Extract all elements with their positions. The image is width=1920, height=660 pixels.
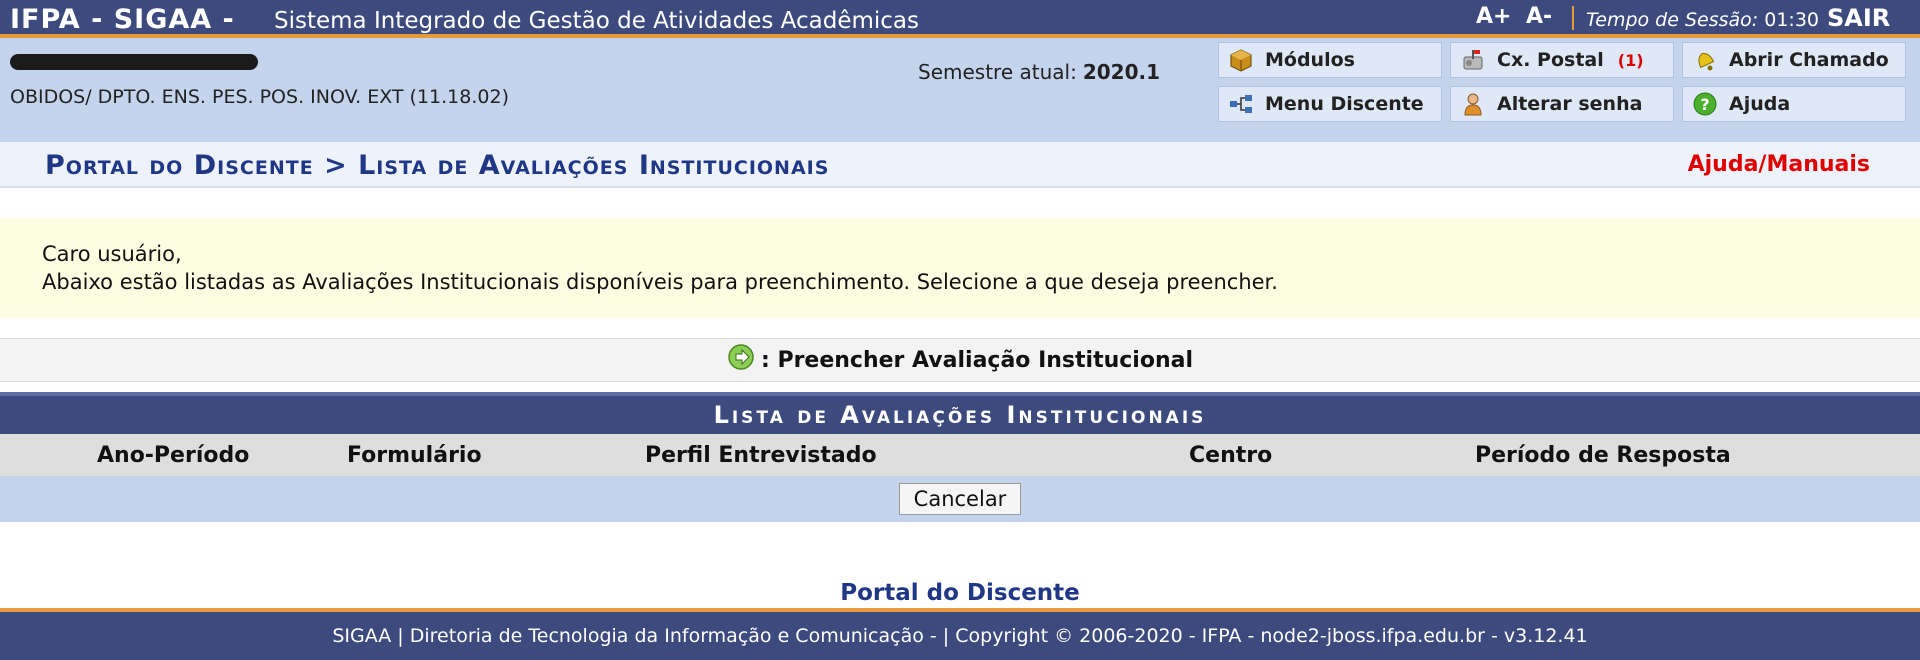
menu-discente-button[interactable]: Menu Discente xyxy=(1218,86,1442,122)
footer-bar: SIGAA | Diretoria de Tecnologia da Infor… xyxy=(0,608,1920,660)
modulos-button[interactable]: Módulos xyxy=(1218,42,1442,78)
app-brand: IFPA - SIGAA - xyxy=(10,4,235,35)
column-ano-periodo: Ano-Período xyxy=(97,443,250,468)
semester-value: 2020.1 xyxy=(1082,60,1161,84)
system-name: Sistema Integrado de Gestão de Atividade… xyxy=(274,8,919,34)
abrir-chamado-button[interactable]: Abrir Chamado xyxy=(1682,42,1906,78)
action-legend: : Preencher Avaliação Institucional xyxy=(0,338,1920,382)
portal-discente-link[interactable]: Portal do Discente xyxy=(0,580,1920,606)
alterar-senha-button[interactable]: Alterar senha xyxy=(1450,86,1674,122)
caixa-postal-label: Cx. Postal xyxy=(1497,49,1604,71)
ajuda-manuais-link[interactable]: Ajuda/Manuais xyxy=(1688,152,1870,177)
help-icon: ? xyxy=(1691,90,1719,118)
column-formulario: Formulário xyxy=(347,443,482,468)
arrow-right-icon xyxy=(727,343,755,377)
menu-discente-label: Menu Discente xyxy=(1265,93,1424,115)
notice-greeting: Caro usuário, xyxy=(42,242,182,266)
modulos-label: Módulos xyxy=(1265,49,1355,71)
package-icon xyxy=(1227,46,1255,74)
session-label: Tempo de Sessão: xyxy=(1586,9,1759,31)
table-header: Ano-Período Formulário Perfil Entrevista… xyxy=(0,434,1920,476)
ajuda-button[interactable]: ? Ajuda xyxy=(1682,86,1906,122)
separator xyxy=(1572,6,1574,30)
column-centro: Centro xyxy=(1189,443,1273,468)
notice-message: Abaixo estão listadas as Avaliações Inst… xyxy=(42,270,1278,294)
user-key-icon xyxy=(1459,90,1487,118)
current-semester: Semestre atual: 2020.1 xyxy=(918,60,1160,84)
user-info-bar: OBIDOS/ DPTO. ENS. PES. POS. INOV. EXT (… xyxy=(0,38,1920,142)
caixa-postal-button[interactable]: Cx. Postal (1) xyxy=(1450,42,1674,78)
column-perfil-entrevistado: Perfil Entrevistado xyxy=(645,443,877,468)
breadcrumb: Portal do Discente > Lista de Avaliações… xyxy=(0,142,1920,188)
page-title: Portal do Discente > Lista de Avaliações… xyxy=(45,150,830,181)
redacted-user-name xyxy=(10,54,258,70)
session-timer: Tempo de Sessão: 01:30 xyxy=(1586,9,1819,31)
session-time: 01:30 xyxy=(1764,9,1819,31)
cancel-button[interactable]: Cancelar xyxy=(898,483,1022,515)
font-decrease-button[interactable]: A- xyxy=(1526,4,1552,29)
alterar-senha-label: Alterar senha xyxy=(1497,93,1643,115)
ajuda-label: Ajuda xyxy=(1729,93,1791,115)
top-bar: IFPA - SIGAA - Sistema Integrado de Gest… xyxy=(0,0,1920,38)
legend-text: : Preencher Avaliação Institucional xyxy=(760,347,1193,373)
caixa-postal-count: (1) xyxy=(1617,50,1644,70)
semester-label: Semestre atual: xyxy=(918,60,1077,84)
table-caption: Lista de Avaliações Institucionais xyxy=(0,392,1920,434)
page: IFPA - SIGAA - Sistema Integrado de Gest… xyxy=(0,0,1920,660)
mailbox-icon xyxy=(1459,46,1487,74)
logout-button[interactable]: SAIR xyxy=(1827,4,1890,32)
user-department: OBIDOS/ DPTO. ENS. PES. POS. INOV. EXT (… xyxy=(10,86,509,108)
column-periodo-resposta: Período de Resposta xyxy=(1475,443,1731,468)
footer-text: SIGAA | Diretoria de Tecnologia da Infor… xyxy=(332,625,1588,647)
bell-icon xyxy=(1691,46,1719,74)
table-footer: Cancelar xyxy=(0,476,1920,522)
abrir-chamado-label: Abrir Chamado xyxy=(1729,49,1889,71)
svg-text:?: ? xyxy=(1700,95,1709,114)
font-increase-button[interactable]: A+ xyxy=(1476,4,1511,29)
info-notice: Caro usuário, Abaixo estão listadas as A… xyxy=(0,218,1920,318)
sitemap-icon xyxy=(1227,90,1255,118)
